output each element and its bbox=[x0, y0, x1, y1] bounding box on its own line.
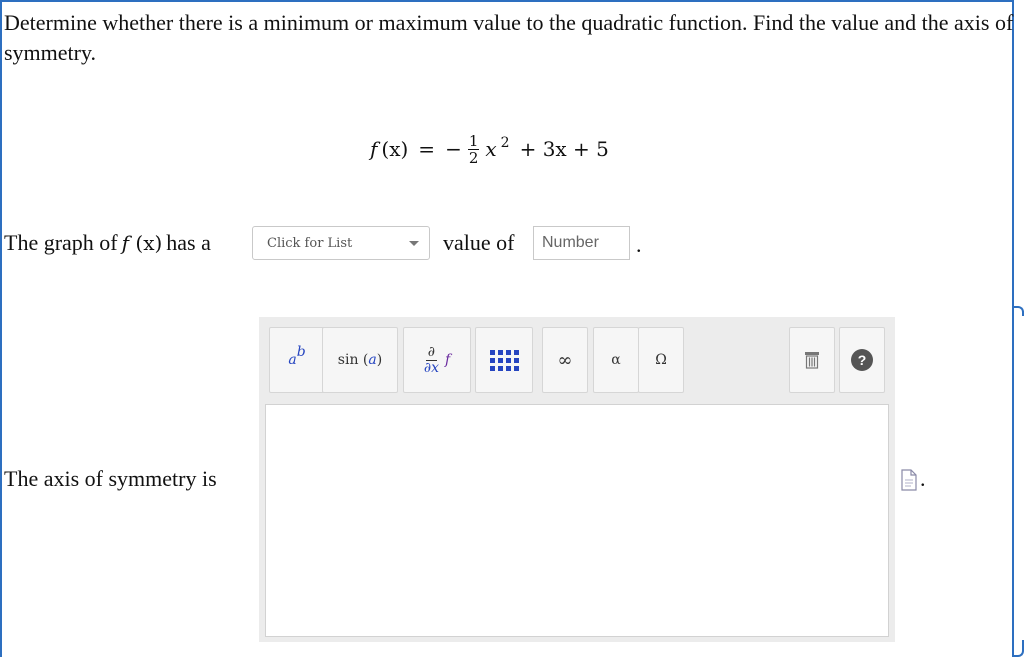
fraction-denominator: 2 bbox=[468, 148, 479, 167]
trash-icon bbox=[805, 352, 819, 369]
matrix-button[interactable] bbox=[475, 327, 533, 393]
formula-fraction: 1 2 bbox=[467, 131, 480, 167]
math-editor: ab sin (a) ∂ ∂x f ∞ α Ω ? bbox=[259, 317, 895, 642]
alpha-button[interactable]: α bbox=[593, 327, 639, 393]
derivative-button[interactable]: ∂ ∂x f bbox=[403, 327, 471, 393]
line1-function: f (x) bbox=[121, 231, 163, 255]
power-button[interactable]: ab bbox=[269, 327, 325, 393]
frame-bracket-top bbox=[1014, 306, 1024, 316]
min-max-dropdown[interactable]: Click for List bbox=[252, 226, 430, 260]
formula-rest: + 3x + 5 bbox=[519, 137, 609, 161]
help-button[interactable]: ? bbox=[839, 327, 885, 393]
formula-exponent: 2 bbox=[500, 135, 510, 151]
answer-line-2: The axis of symmetry is bbox=[4, 464, 217, 494]
line1-has-a: has a bbox=[166, 230, 211, 255]
math-input-area[interactable] bbox=[265, 404, 889, 637]
dropdown-value: Click for List bbox=[267, 235, 353, 251]
help-icon: ? bbox=[851, 349, 873, 371]
formula-equals: = bbox=[418, 137, 436, 161]
omega-button[interactable]: Ω bbox=[638, 327, 684, 393]
clear-button[interactable] bbox=[789, 327, 835, 393]
matrix-icon bbox=[489, 349, 519, 371]
line2-text: The axis of symmetry is bbox=[4, 466, 217, 491]
infinity-button[interactable]: ∞ bbox=[542, 327, 588, 393]
chevron-down-icon bbox=[409, 240, 419, 246]
formula-x: x bbox=[485, 137, 497, 161]
frame-bracket-bottom bbox=[1014, 640, 1024, 657]
value-number-input[interactable]: Number bbox=[533, 226, 630, 260]
question-prompt: Determine whether there is a minimum or … bbox=[4, 10, 1014, 65]
line1-period: . bbox=[636, 232, 642, 257]
formula-arg: (x) bbox=[381, 137, 409, 161]
file-icon[interactable] bbox=[900, 469, 918, 491]
formula-f: f bbox=[370, 137, 378, 161]
answer-line-1: The graph of f (x) has a bbox=[4, 226, 211, 260]
quadratic-formula: f (x) = − 1 2 x2 + 3x + 5 bbox=[370, 124, 609, 174]
sin-button[interactable]: sin (a) bbox=[322, 327, 398, 393]
fraction-numerator: 1 bbox=[467, 131, 480, 150]
line1-prefix: The graph of bbox=[4, 230, 118, 255]
value-of-label: value of bbox=[443, 230, 515, 255]
formula-sign: − bbox=[445, 137, 462, 161]
line2-period: . bbox=[920, 466, 926, 491]
